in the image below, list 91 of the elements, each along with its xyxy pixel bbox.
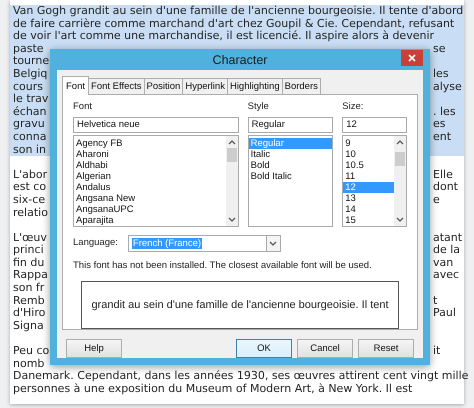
document-text: personnes à une exposition du Museum of Modern Art, à New York. Il est xyxy=(12,382,412,396)
document-text: conna xyxy=(12,130,46,144)
document-text: relatio xyxy=(12,206,48,220)
input-field[interactable]: 12 xyxy=(342,117,407,133)
document-text: paste xyxy=(12,42,44,56)
document-text: avec xyxy=(432,269,460,282)
document-text: L'abor xyxy=(12,168,48,182)
document-text: fin du xyxy=(12,256,44,270)
tab[interactable]: Hyperlink xyxy=(182,78,228,94)
document-text: Van Gogh grandit au sein d'une famille de l'ancienne bourgeoisie. Il tente d'abord xyxy=(12,5,464,18)
dialog-button[interactable]: Cancel xyxy=(297,339,353,358)
list-item[interactable]: 11 xyxy=(343,171,394,182)
font-preview: grandit au sein d'une famille de l'ancienne bourgeoisie. Il tent xyxy=(81,281,399,329)
list-item[interactable]: AngsanaUPC xyxy=(74,204,226,215)
document-text: it xyxy=(432,345,440,358)
document-text: Belgiq xyxy=(12,68,48,81)
list-item[interactable]: Agency FB xyxy=(74,138,226,149)
list-item[interactable]: 10.5 xyxy=(343,160,394,171)
document-text: de faire carrière comme marchand d'art chez Goupil & Cie. Cependant, refusant xyxy=(12,18,454,30)
document-text: de voir l'art comme une marchandise, il est licencié. Il aspire alors à devenir xyxy=(12,30,434,43)
dialog-button[interactable]: Help xyxy=(66,339,122,358)
list-item[interactable]: Bold xyxy=(248,160,332,171)
list-item[interactable]: Algerian xyxy=(74,171,226,182)
scrollbar[interactable] xyxy=(226,136,238,226)
chevron-down-icon xyxy=(268,239,278,248)
close-button[interactable] xyxy=(401,50,423,66)
dialog-button[interactable]: OK xyxy=(236,339,292,358)
scrollbar-thumb[interactable] xyxy=(226,148,237,162)
document-text: se xyxy=(432,42,446,56)
window-title: Character xyxy=(212,52,268,66)
tab[interactable]: Borders xyxy=(282,78,321,94)
field-label: Size: xyxy=(342,101,364,114)
field-label: Style xyxy=(248,101,270,114)
document-text: nomb xyxy=(12,358,44,370)
document-text: gravu xyxy=(12,118,45,131)
document-text: Danemark. Cependant, dans les années 1930, ses œuvres attirent cent vingt mille xyxy=(12,370,468,383)
document-text: e xyxy=(432,194,440,206)
list-item[interactable]: Aharoni xyxy=(74,149,226,160)
scroll-up-icon[interactable] xyxy=(394,138,405,147)
document-text: princi xyxy=(12,244,44,257)
input-field[interactable]: Regular xyxy=(248,117,334,133)
document-text: d'Hiro xyxy=(12,307,46,320)
document-text: son fr xyxy=(12,282,44,295)
list-item[interactable]: Aparajita xyxy=(74,215,226,226)
document-text: tourne xyxy=(12,55,50,68)
tab[interactable]: Highlighting xyxy=(226,78,283,94)
info-text: This font has not been installed. The closest available font will be used. xyxy=(73,260,373,271)
document-text: van xyxy=(432,256,454,270)
document-text: les xyxy=(432,68,449,81)
document-text: es xyxy=(432,118,446,131)
list-item[interactable]: Italic xyxy=(248,149,332,160)
list-item[interactable]: 9 xyxy=(343,138,394,149)
list-item[interactable]: Bold Italic xyxy=(248,171,332,182)
document-text: est co xyxy=(12,181,46,194)
scrollbar[interactable] xyxy=(394,136,406,226)
scroll-up-icon[interactable] xyxy=(226,138,237,147)
document-text: cours xyxy=(12,80,44,94)
document-text: . les xyxy=(432,106,456,118)
input-field[interactable]: Helvetica neue xyxy=(73,117,239,133)
scrollbar-thumb[interactable] xyxy=(394,152,405,166)
document-text: dont xyxy=(432,181,458,194)
list-item[interactable]: 10 xyxy=(343,149,394,160)
field-label: Font xyxy=(73,101,94,114)
scroll-down-icon[interactable] xyxy=(226,215,237,224)
document-text: Signa xyxy=(12,320,44,332)
document-text: Peu co xyxy=(12,345,50,358)
list-item[interactable]: 13 xyxy=(343,193,394,204)
document-text: Paul xyxy=(432,307,456,320)
dialog-button[interactable]: Reset xyxy=(358,339,414,358)
document-text: Rappa xyxy=(12,269,48,282)
document-text: six-ce xyxy=(12,194,46,206)
list-item[interactable]: Andalus xyxy=(74,182,226,193)
document-text: de la xyxy=(432,244,460,257)
close-icon xyxy=(408,54,416,62)
scroll-down-icon[interactable] xyxy=(394,215,405,224)
tab[interactable]: Font xyxy=(62,76,90,95)
document-text: Remb xyxy=(12,294,45,308)
document-text: le trav xyxy=(12,93,48,106)
list-item[interactable]: 14 xyxy=(343,204,394,215)
list-item[interactable]: Angsana New xyxy=(74,193,226,204)
document-text: ent xyxy=(432,130,452,144)
field-label: Language: xyxy=(73,237,118,250)
document-text: échan xyxy=(12,106,46,118)
list-item[interactable]: 15 xyxy=(343,215,394,226)
document-text: Elle xyxy=(432,168,453,182)
document-text: L'œuv xyxy=(12,232,47,244)
document-text: son in xyxy=(12,144,46,156)
list-item[interactable]: Aldhabi xyxy=(74,160,226,171)
document-text: atant xyxy=(432,232,462,244)
document-text: alyse xyxy=(432,80,462,94)
document-text: t xyxy=(432,294,438,308)
